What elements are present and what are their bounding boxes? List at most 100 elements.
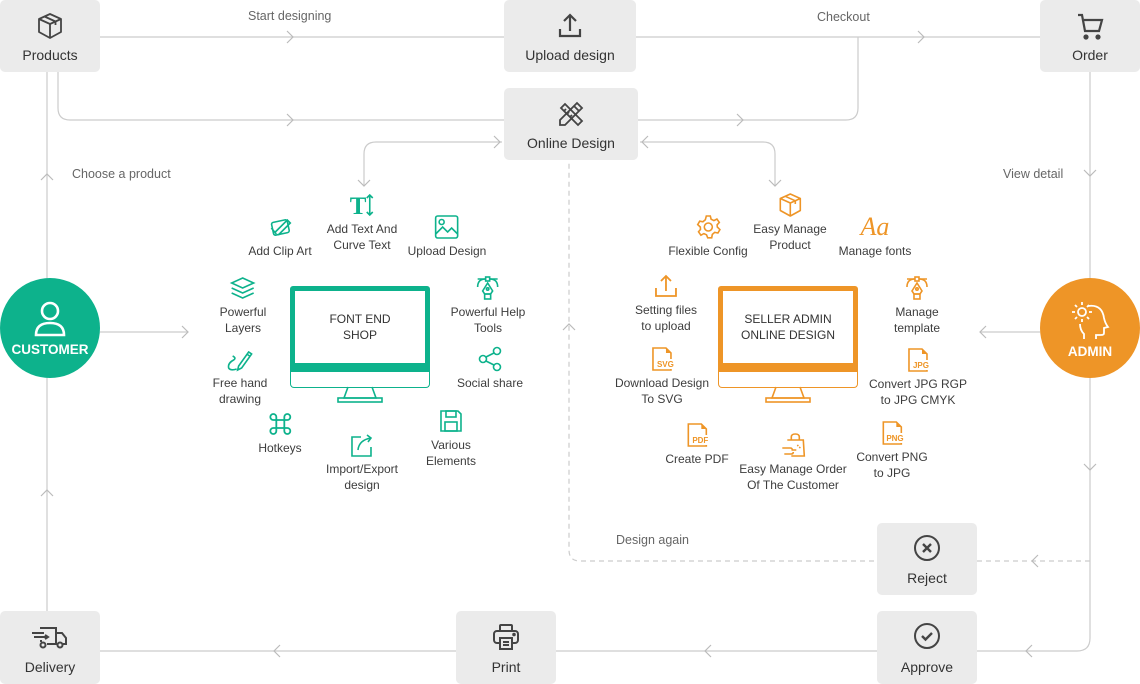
admin-role[interactable]: ADMIN [1040, 278, 1140, 378]
approve-node[interactable]: Approve [877, 611, 977, 684]
admin-screen-line-2: ONLINE DESIGN [740, 328, 836, 342]
feature-label: Powerful Help [450, 305, 526, 319]
flow-label-start-designing: Start designing [248, 9, 332, 23]
flow-label-design-again: Design again [616, 533, 689, 547]
feature-label: Social share [456, 376, 524, 390]
head-gear-icon [1072, 301, 1110, 339]
box-icon [779, 193, 801, 217]
feature-label: Easy Manage [753, 222, 827, 236]
save-icon [440, 410, 462, 432]
order-node[interactable]: Order [1040, 0, 1140, 72]
approve-label: Approve [900, 659, 954, 675]
delivery-label: Delivery [24, 659, 76, 675]
feature-manage-fonts: Aa Manage fonts [839, 214, 912, 259]
feature-label: Download Design [614, 376, 710, 390]
connector-online-customer [363, 141, 502, 186]
feature-label: Layers [224, 321, 262, 335]
print-node[interactable]: Print [456, 611, 556, 684]
feature-download-svg: SVG Download Design To SVG [615, 346, 709, 407]
flow-label-checkout: Checkout [817, 10, 870, 24]
share-icon [478, 346, 502, 372]
font-icon: Aa [860, 212, 890, 241]
export-icon [351, 434, 373, 457]
feature-label: Manage [895, 305, 939, 319]
feature-manage-template: Manage template [894, 275, 940, 336]
online-design-label: Online Design [527, 135, 615, 151]
feature-add-clip-art: Add Clip Art [248, 214, 312, 259]
connector-online-checkout [638, 37, 859, 121]
admin-screen-line-1: SELLER ADMIN [744, 312, 832, 326]
layers-icon [230, 277, 256, 299]
feature-label: Add Clip Art [248, 244, 312, 258]
svg-file-icon: SVG [652, 347, 675, 371]
feature-add-text: T Add Text And Curve Text [327, 192, 398, 253]
feature-convert-jpg: JPG Convert JPG RGP to JPG CMYK [869, 347, 967, 408]
feature-label: to JPG [873, 466, 911, 480]
feature-label: Setting files [634, 303, 698, 317]
upload-icon [558, 13, 582, 38]
pdf-file-icon: PDF [687, 423, 710, 447]
feature-label: to JPG CMYK [880, 393, 956, 407]
upload-icon [655, 274, 677, 297]
feature-various-elements: Various Elements [426, 408, 476, 469]
connector-online-admin [640, 141, 776, 186]
pen-tool-icon [477, 276, 499, 300]
upload-design-node[interactable]: Upload design [504, 0, 636, 72]
feature-import-export: Import/Export design [326, 432, 398, 493]
close-circle-icon [914, 535, 940, 561]
feature-upload-design: Upload Design [407, 214, 487, 259]
feature-label: Import/Export [325, 462, 399, 476]
svg-text:PDF: PDF [692, 436, 708, 445]
feature-label: Add Text And [326, 222, 398, 236]
feature-label: Curve Text [333, 238, 391, 252]
feature-create-pdf: PDF Create PDF [665, 422, 729, 467]
feature-label: To SVG [641, 392, 683, 406]
monitor-stand [765, 386, 811, 403]
connector-products-online [57, 72, 504, 121]
order-label: Order [1072, 47, 1108, 63]
box-icon [38, 13, 62, 39]
admin-label: ADMIN [1067, 343, 1113, 359]
customer-role[interactable]: CUSTOMER [0, 278, 100, 378]
feature-label: drawing [218, 392, 262, 406]
feature-label: Manage fonts [838, 244, 912, 258]
delivery-node[interactable]: Delivery [0, 611, 100, 684]
jpg-file-icon: JPG [908, 348, 931, 372]
check-circle-icon [914, 623, 940, 649]
print-label: Print [491, 659, 521, 675]
shopping-bag-icon [781, 433, 805, 457]
flow-label-choose-product: Choose a product [72, 167, 171, 181]
feature-social-share: Social share [457, 346, 523, 391]
feature-easy-manage-product: Easy Manage Product [753, 192, 827, 253]
feature-label: template [893, 321, 941, 335]
online-design-node[interactable]: Online Design [504, 88, 638, 160]
feature-label: Hotkeys [258, 441, 302, 455]
feature-flexible-config: Flexible Config [668, 214, 748, 259]
customer-screen-line-1: FONT END [329, 312, 391, 326]
feature-label: Of The Customer [747, 478, 839, 492]
feature-label: Powerful [219, 305, 267, 319]
gear-icon [696, 215, 721, 239]
feature-label: Convert PNG [856, 450, 928, 464]
customer-shop-screen: FONT END SHOP [290, 286, 430, 372]
svg-text:PNG: PNG [886, 434, 903, 443]
feature-label: Upload Design [407, 244, 487, 258]
feature-label: design [344, 478, 380, 492]
flow-label-view-detail: View detail [1003, 167, 1064, 181]
truck-icon [32, 627, 67, 649]
printer-icon [493, 624, 519, 650]
feature-easy-manage-order: Easy Manage Order Of The Customer [739, 432, 847, 493]
feature-hotkeys: Hotkeys [258, 411, 302, 456]
feature-label: Easy Manage Order [739, 462, 847, 476]
command-icon [269, 413, 291, 435]
products-node[interactable]: Products [0, 0, 100, 72]
customer-screen-line-2: SHOP [342, 328, 377, 342]
user-icon [34, 301, 66, 336]
feature-label: Elements [425, 454, 477, 468]
pencil-icon [228, 350, 253, 372]
reject-node[interactable]: Reject [877, 523, 977, 595]
feature-free-hand-drawing: Free hand drawing [212, 346, 268, 407]
feature-label: Free hand [212, 376, 268, 390]
cart-icon [1078, 13, 1104, 40]
feature-powerful-help-tools: Powerful Help Tools [450, 275, 526, 336]
